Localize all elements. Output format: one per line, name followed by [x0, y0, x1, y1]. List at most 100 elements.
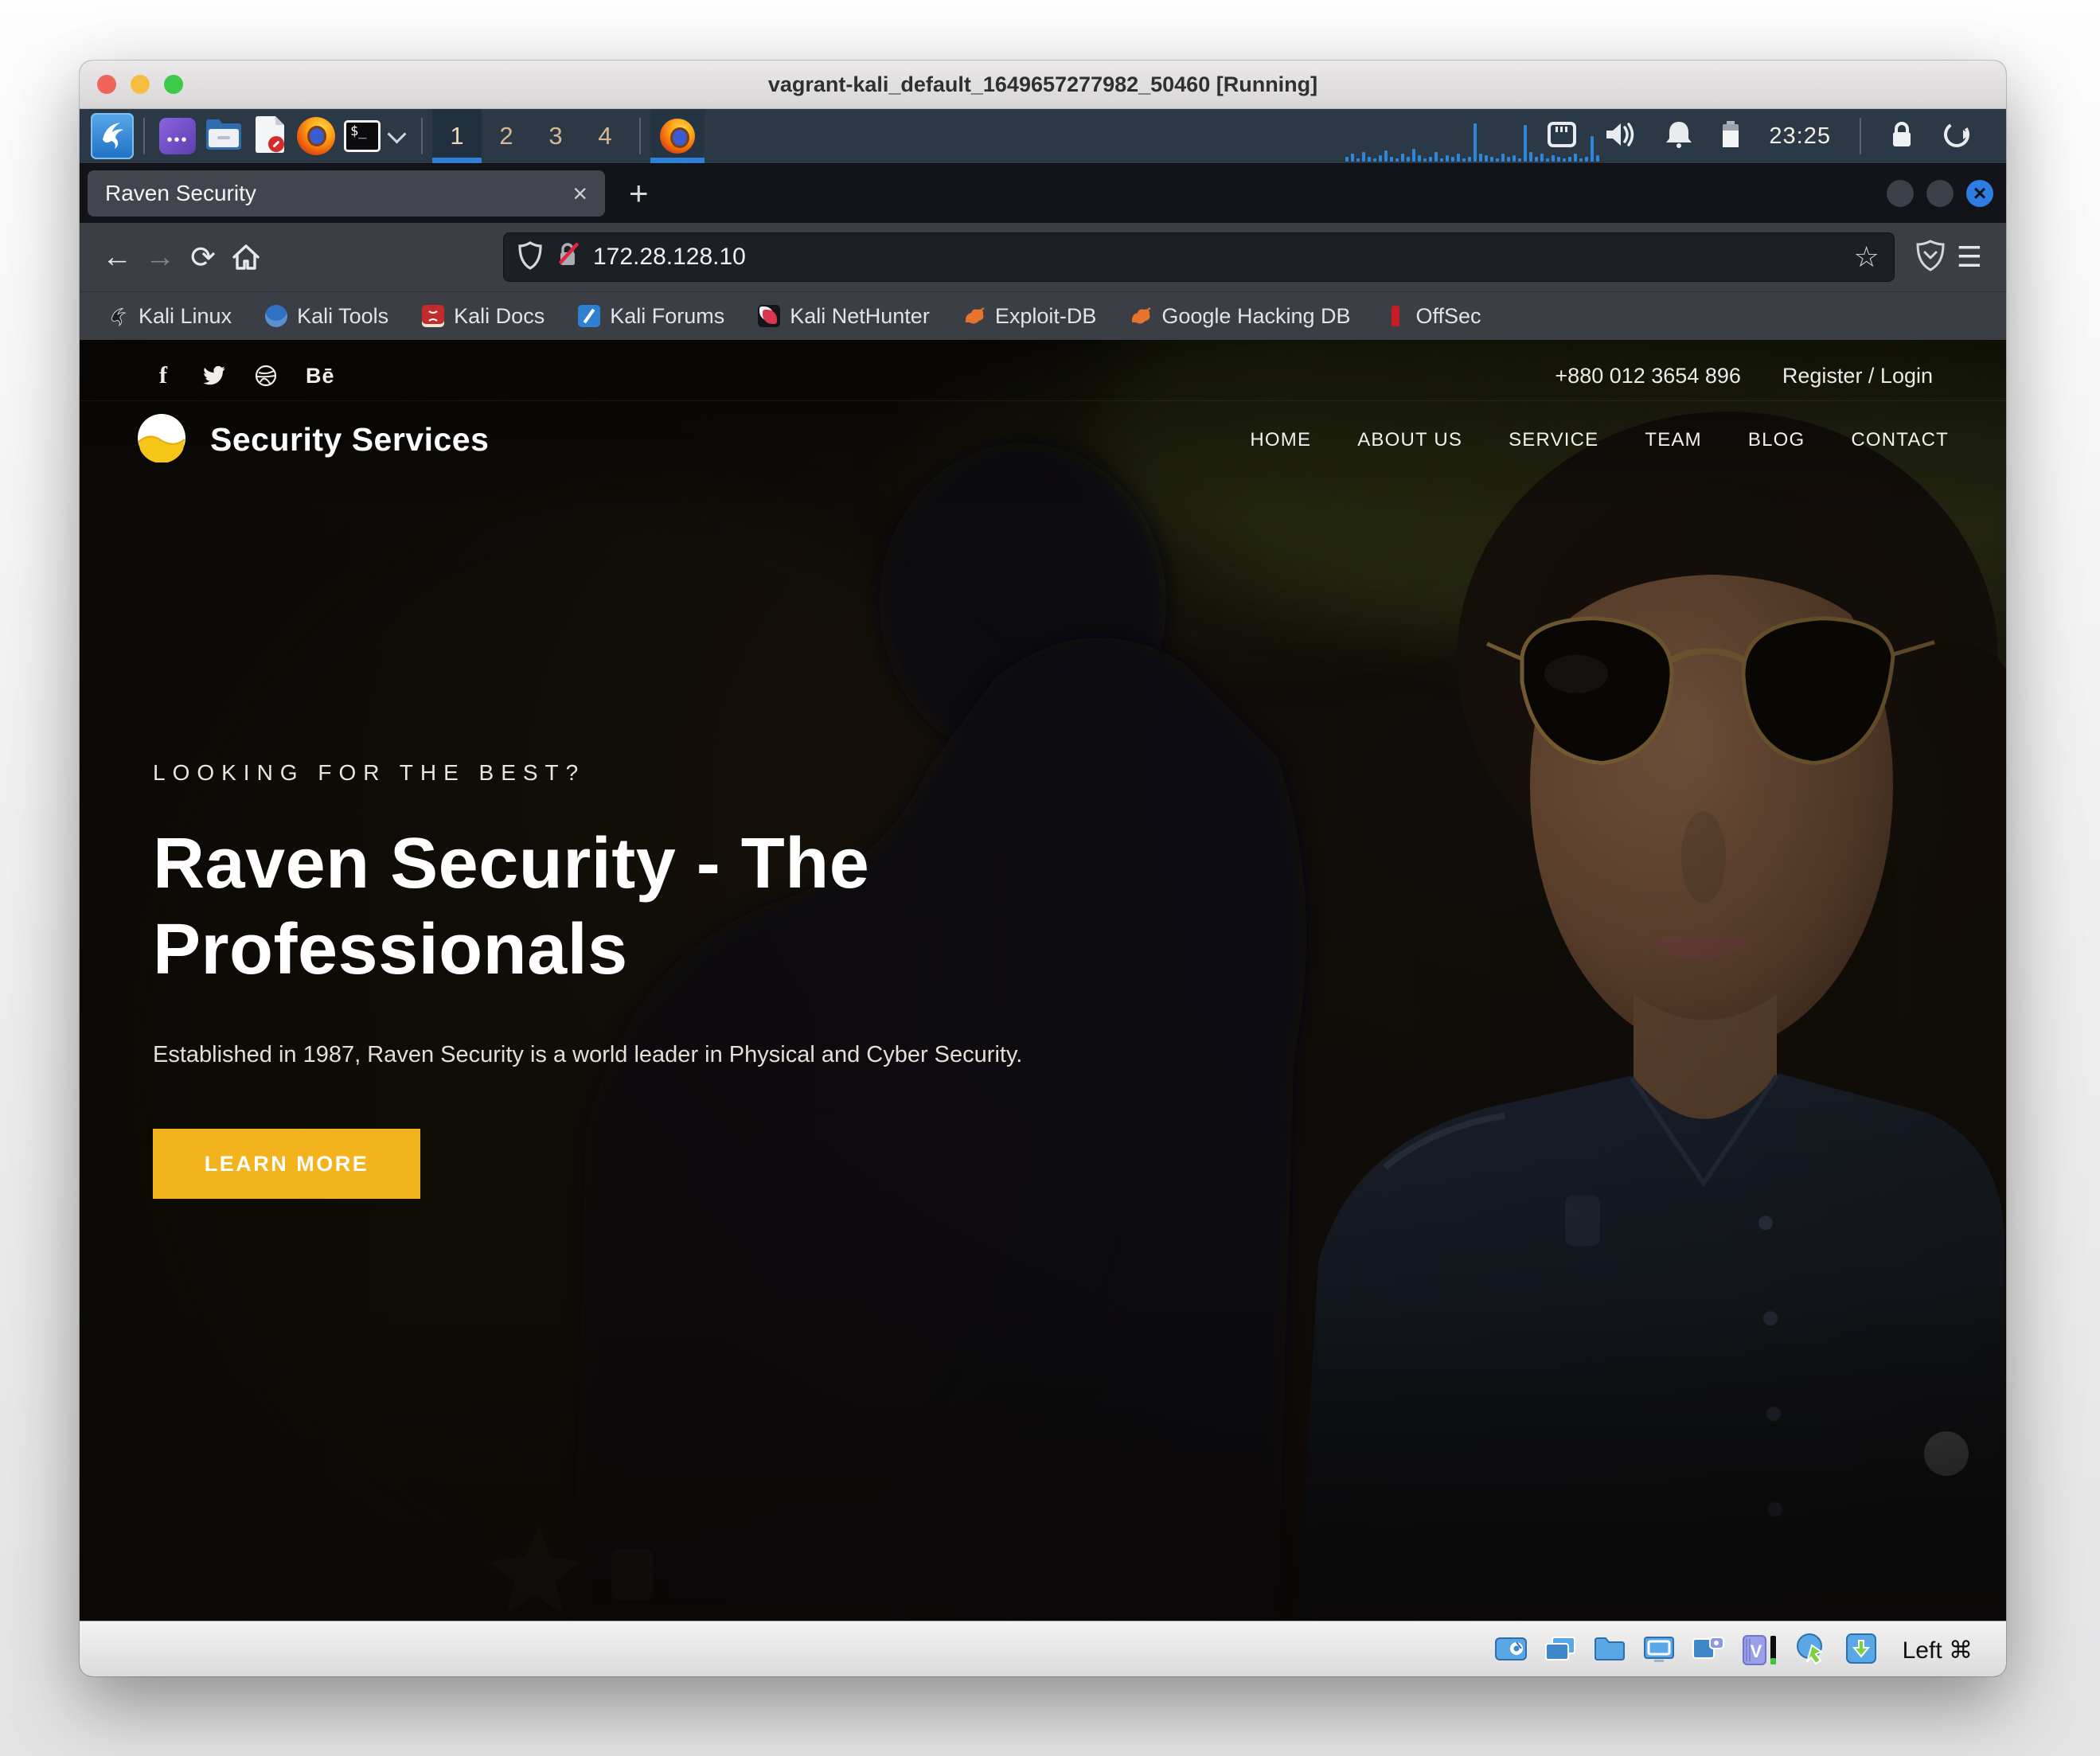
nav-home[interactable]: HOME [1250, 429, 1311, 451]
display-icon[interactable] [1641, 1631, 1676, 1670]
bookmark-label: Kali Forums [610, 304, 724, 329]
register-login-link[interactable]: Register / Login [1782, 364, 1933, 388]
twitter-icon[interactable] [202, 365, 226, 386]
firefox-window-controls: × [1887, 180, 1993, 207]
auto-resize-icon[interactable] [1844, 1631, 1879, 1670]
kali-tools-icon [265, 305, 287, 327]
bookmark-label: Kali Docs [454, 304, 545, 329]
vm-window: vagrant-kali_default_1649657277982_50460… [80, 60, 2006, 1676]
google-hacking-db-icon [1130, 305, 1152, 327]
bookmark-kali-docs[interactable]: Kali Docs [422, 304, 545, 329]
hero-section: LOOKING FOR THE BEST? Raven Security - T… [153, 760, 1212, 1199]
bookmark-label: Google Hacking DB [1161, 304, 1350, 329]
offsec-icon [1384, 305, 1407, 327]
nav-about-us[interactable]: ABOUT US [1357, 429, 1462, 451]
bookmark-kali-nethunter[interactable]: Kali NetHunter [758, 304, 930, 329]
hero-subtitle: Established in 1987, Raven Security is a… [153, 1042, 1212, 1068]
site-topbar: f Bē +880 012 3654 896 Register / Login [80, 351, 2006, 401]
url-text[interactable]: 172.28.128.10 [593, 244, 1840, 271]
vm-log-icon[interactable]: V [1740, 1633, 1780, 1668]
new-tab-button[interactable]: + [629, 177, 649, 210]
forward-button[interactable]: → [139, 236, 182, 279]
bookmark-exploit-db[interactable]: Exploit-DB [963, 304, 1097, 329]
taskbar-firefox-window[interactable] [650, 109, 705, 163]
protections-shield-icon[interactable] [1915, 239, 1946, 276]
insecure-lock-icon[interactable] [555, 240, 580, 275]
browser-tab[interactable]: Raven Security × [88, 170, 605, 217]
bookmark-label: Kali NetHunter [790, 304, 930, 329]
notifications-icon[interactable] [1665, 120, 1692, 153]
home-button[interactable] [224, 236, 267, 279]
mac-minimize-button[interactable] [131, 75, 150, 94]
nav-team[interactable]: TEAM [1645, 429, 1701, 451]
firefox-launcher[interactable] [295, 114, 338, 158]
hero-kicker: LOOKING FOR THE BEST? [153, 760, 1212, 786]
tab-title: Raven Security [105, 181, 572, 206]
mouse-integration-icon[interactable] [1794, 1631, 1829, 1670]
mac-zoom-button[interactable] [164, 75, 183, 94]
kali-linux-icon [107, 305, 129, 327]
file-manager-launcher[interactable] [202, 114, 245, 158]
bookmark-kali-linux[interactable]: Kali Linux [107, 304, 232, 329]
back-button[interactable]: ← [96, 236, 139, 279]
facebook-icon[interactable]: f [153, 362, 174, 389]
svg-text:V: V [1750, 1641, 1762, 1661]
chevron-down-icon[interactable] [387, 124, 406, 143]
bookmark-star-icon[interactable]: ☆ [1853, 240, 1879, 274]
text-editor-launcher[interactable] [248, 114, 291, 158]
hamburger-menu-icon[interactable]: ☰ [1957, 240, 1982, 274]
terminal-launcher[interactable]: $_ [341, 114, 384, 158]
host-key-label: Left ⌘ [1903, 1637, 1973, 1664]
reload-button[interactable]: ⟳ [182, 236, 224, 279]
terminal-icon: $_ [344, 120, 381, 152]
vm-window-title: vagrant-kali_default_1649657277982_50460… [239, 72, 1847, 97]
workspace-4[interactable]: 4 [580, 109, 630, 163]
behance-icon[interactable]: Bē [306, 364, 335, 388]
app-grid-launcher[interactable]: ••• [156, 114, 199, 158]
bookmark-offsec[interactable]: OffSec [1384, 304, 1481, 329]
kali-docs-icon [422, 305, 444, 327]
kali-forums-icon [578, 305, 600, 327]
workspace-2[interactable]: 2 [482, 109, 531, 163]
panel-separator [1860, 118, 1861, 154]
clock[interactable]: 23:25 [1769, 123, 1831, 150]
firefox-toolbar: ← → ⟳ 172.28.128.10 ☆ ☰ [80, 223, 2006, 291]
tracking-protection-shield-icon[interactable] [518, 241, 542, 274]
nav-service[interactable]: SERVICE [1509, 429, 1598, 451]
logout-icon[interactable] [1942, 120, 1971, 153]
bookmarks-bar: Kali Linux Kali Tools Kali Docs Kali For… [80, 291, 2006, 340]
shared-folders-icon[interactable] [1592, 1631, 1627, 1670]
kali-menu-button[interactable] [91, 113, 134, 159]
nav-contact[interactable]: CONTACT [1851, 429, 1949, 451]
app-grid-icon: ••• [159, 118, 196, 154]
mac-close-button[interactable] [97, 75, 116, 94]
tab-close-icon[interactable]: × [572, 181, 587, 206]
nav-blog[interactable]: BLOG [1748, 429, 1805, 451]
brand-name[interactable]: Security Services [210, 421, 489, 459]
ff-minimize-button[interactable] [1887, 180, 1914, 207]
site-content: f Bē +880 012 3654 896 Register / Login [80, 340, 2006, 1621]
url-bar[interactable]: 172.28.128.10 ☆ [503, 232, 1895, 282]
workspace-1[interactable]: 1 [432, 109, 482, 163]
bookmark-google-hacking-db[interactable]: Google Hacking DB [1130, 304, 1350, 329]
panel-separator [639, 118, 641, 154]
hdd-icon[interactable] [1493, 1631, 1528, 1670]
recording-icon[interactable] [1691, 1631, 1726, 1670]
volume-icon[interactable] [1605, 121, 1637, 152]
battery-icon[interactable] [1721, 120, 1740, 153]
phone-number[interactable]: +880 012 3654 896 [1555, 364, 1740, 388]
bookmark-kali-tools[interactable]: Kali Tools [265, 304, 388, 329]
workspace-3[interactable]: 3 [531, 109, 580, 163]
dribbble-icon[interactable] [255, 365, 277, 387]
network-adapters-icon[interactable] [1543, 1631, 1578, 1670]
bookmark-kali-forums[interactable]: Kali Forums [578, 304, 724, 329]
ff-close-button[interactable]: × [1966, 180, 1993, 207]
lock-icon[interactable] [1890, 120, 1914, 153]
vbox-status-bar: V Left ⌘ [80, 1621, 2006, 1676]
firefox-tabbar: Raven Security × + × [80, 164, 2006, 223]
kali-dragon-icon [99, 119, 126, 154]
learn-more-button[interactable]: LEARN MORE [153, 1129, 420, 1199]
site-logo[interactable] [137, 413, 186, 466]
ff-maximize-button[interactable] [1926, 180, 1954, 207]
system-tray: 23:25 [1548, 118, 1995, 154]
